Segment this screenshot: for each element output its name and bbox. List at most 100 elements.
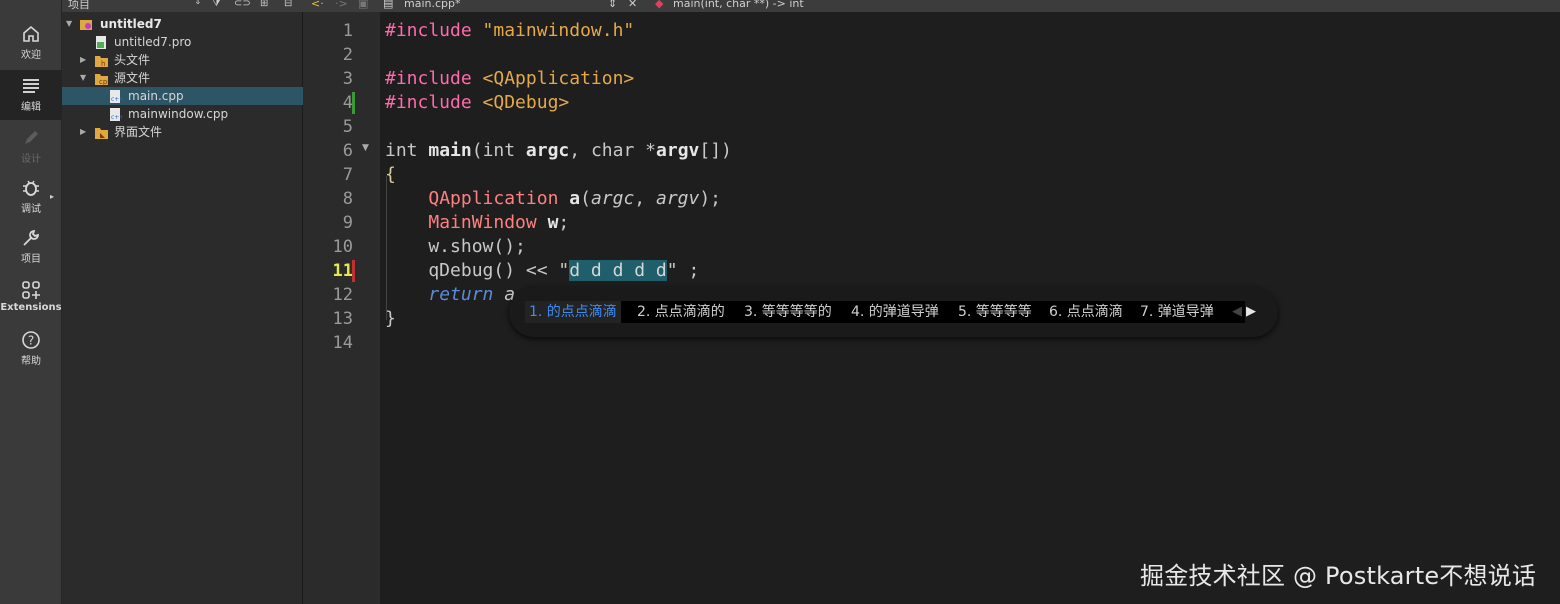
tree-item-label: 源文件 — [114, 71, 151, 85]
mode-bar: 欢迎 编辑 设计 ▸ 调试 项目 Extensions ? 帮助 — [0, 0, 62, 604]
mode-help[interactable]: ? 帮助 — [0, 330, 62, 380]
debug-icon — [23, 180, 39, 196]
tree-item-pro-file[interactable]: untitled7.pro — [62, 33, 303, 51]
view-select-chevron-icon[interactable]: ⇕ — [194, 0, 202, 7]
line-number: 9 — [342, 213, 353, 233]
tree-item-project[interactable]: ▼ untitled7 — [62, 15, 303, 33]
next-page-icon[interactable]: ▶ — [1246, 304, 1256, 319]
mode-label: 帮助 — [21, 356, 41, 367]
tree-item-mainwindow-cpp[interactable]: c++ mainwindow.cpp — [62, 105, 303, 123]
line-number: 10 — [332, 237, 353, 257]
mode-projects[interactable]: 项目 — [0, 228, 62, 278]
punct-token: ( — [471, 140, 483, 161]
code-token: qDebug() << " — [385, 260, 570, 281]
svg-text:cpp: cpp — [99, 78, 108, 85]
svg-text:?: ? — [28, 334, 34, 348]
function-token: main — [428, 140, 472, 161]
line-number: 2 — [342, 45, 353, 65]
punct-token: , — [634, 188, 656, 209]
mode-label: 设计 — [21, 154, 41, 165]
line-number: 1 — [342, 21, 353, 41]
line-number: 7 — [342, 165, 353, 185]
punct-token: []) — [699, 140, 732, 161]
code-line-10: w.show(); — [385, 236, 526, 257]
link-icon[interactable]: ⊂⊃ — [234, 0, 251, 9]
chevron-updown-icon[interactable]: ⇕ — [608, 0, 617, 10]
param-token: argc — [590, 188, 635, 209]
close-panel-icon[interactable]: ⊟ — [284, 0, 292, 9]
header-token: <QApplication> — [482, 68, 635, 89]
line-number: 12 — [332, 285, 353, 305]
ime-candidate-popup: 1. 的点点滴滴 2. 点点滴滴的 3. 等等等等的 4. 的弹道导弹 5. 等… — [509, 287, 1278, 337]
document-selector[interactable]: main.cpp* — [404, 0, 461, 10]
tree-item-main-cpp[interactable]: c++ main.cpp — [62, 87, 303, 105]
code-line-1: #include "mainwindow.h" — [385, 19, 634, 43]
mode-extensions[interactable]: Extensions — [0, 280, 62, 330]
line-number: 3 — [342, 69, 353, 89]
ime-candidate[interactable]: 2. 点点滴滴的 — [637, 301, 725, 323]
tree-item-label: 界面文件 — [114, 125, 163, 139]
changed-line-marker — [352, 92, 355, 114]
tree-item-sources[interactable]: ▼ cpp 源文件 — [62, 69, 303, 87]
preprocessor-token: #include — [385, 68, 472, 89]
home-icon — [23, 25, 39, 42]
tree-item-forms[interactable]: ▶ 界面文件 — [62, 123, 303, 141]
chevron-right-icon[interactable]: ▶ — [80, 51, 86, 69]
mode-label: 欢迎 — [21, 50, 41, 61]
mode-welcome[interactable]: 欢迎 — [0, 24, 62, 74]
ime-candidate[interactable]: 4. 的弹道导弹 — [851, 301, 939, 323]
ime-candidate[interactable]: 7. 弹道导弹 — [1140, 301, 1214, 323]
forward-icon[interactable]: ·> — [335, 0, 348, 10]
code-token: " ; — [666, 260, 700, 281]
back-icon[interactable]: <· — [311, 0, 324, 10]
design-icon — [25, 131, 38, 144]
tree-item-label: main.cpp — [128, 89, 184, 103]
project-panel-title: 项目 — [68, 0, 90, 11]
svg-text:c++: c++ — [111, 96, 122, 103]
ime-candidate[interactable]: 3. 等等等等的 — [744, 301, 832, 323]
editor-toolbar: <· ·> ▣ ▤ main.cpp* ⇕ ✕ ◆ main(int, char… — [303, 0, 1560, 12]
preedit-text: d d d d d — [569, 260, 667, 281]
tree-item-label: untitled7.pro — [114, 35, 192, 49]
chevron-down-icon[interactable]: ▼ — [66, 15, 72, 33]
line-number-gutter[interactable]: 1 2 3 4 5 6 7 8 9 10 11 12 13 14 — [303, 12, 380, 604]
lock-icon: ▣ — [358, 0, 369, 10]
chevron-down-icon[interactable]: ▼ — [80, 69, 86, 87]
ime-candidate[interactable]: 5. 等等等等 — [958, 301, 1032, 323]
mode-debug[interactable]: ▸ 调试 — [0, 178, 62, 228]
mode-edit[interactable]: 编辑 — [0, 70, 62, 120]
ime-candidate[interactable]: 1. 的点点滴滴 — [525, 301, 621, 323]
watermark: 掘金技术社区 @ Postkarte不想说话 — [1140, 562, 1537, 590]
cpp-file-icon: c++ — [110, 108, 122, 121]
tree-item-headers[interactable]: ▶ h 头文件 — [62, 51, 303, 69]
symbol-icon: ◆ — [655, 0, 664, 10]
svg-text:h: h — [101, 60, 105, 67]
split-icon[interactable]: ⊞ — [260, 0, 268, 9]
mode-design[interactable]: 设计 — [0, 128, 62, 178]
folder-icon: cpp — [95, 74, 108, 85]
fold-chevron-icon[interactable]: ▼ — [362, 143, 369, 153]
ime-candidate[interactable]: 6. 点点滴滴 — [1049, 301, 1123, 323]
symbol-selector[interactable]: main(int, char **) -> int — [673, 0, 804, 10]
line-number: 6 — [342, 141, 353, 161]
keyword-token: return — [428, 284, 494, 305]
help-icon: ? — [22, 331, 40, 349]
code-line-8: QApplication a(argc, argv); — [385, 187, 721, 211]
chevron-right-icon[interactable]: ▶ — [80, 123, 86, 141]
file-type-icon: ▤ — [383, 0, 394, 10]
prev-page-icon[interactable]: ◀ — [1232, 304, 1242, 319]
filter-icon[interactable]: ⧩ — [212, 0, 221, 9]
pro-file-icon — [96, 36, 106, 49]
mode-label: 项目 — [21, 254, 41, 265]
mode-label: 编辑 — [21, 102, 41, 113]
close-document-icon[interactable]: ✕ — [628, 0, 637, 10]
mode-label: 调试 — [21, 204, 41, 215]
variable-token: w — [547, 212, 559, 233]
code-line-7: { — [385, 164, 396, 185]
code-line-11: qDebug() << "d d d d d" ; — [385, 259, 699, 283]
line-number: 13 — [332, 309, 353, 329]
param-token: argv — [656, 140, 700, 161]
